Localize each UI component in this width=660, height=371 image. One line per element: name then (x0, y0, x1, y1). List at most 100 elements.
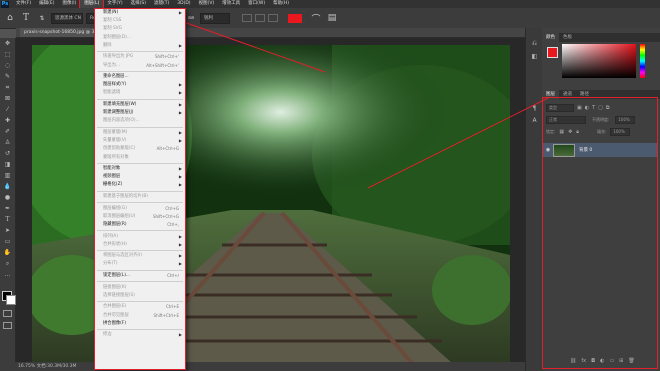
layer-menu-item: 修边 ▶ (95, 331, 185, 339)
layer-menu-item: 合并可见图层 Shift+Ctrl+E (95, 312, 185, 320)
layer-menu-item-label: 隐藏图层(R) (103, 221, 127, 227)
menu-separator (97, 51, 183, 53)
layer-menu-item-label: 栅格化(Z) (103, 182, 123, 188)
layer-menu-item-label: 智能对象 (103, 166, 121, 172)
layer-menu-item: 图层编组(G) Ctrl+G (95, 205, 185, 213)
layer-menu-item-label: 矢量蒙版(V) (103, 138, 127, 144)
layer-menu-item-label: 复制图层(D)... (103, 34, 131, 40)
submenu-arrow-icon: ▶ (178, 174, 182, 180)
menu-separator (97, 162, 183, 164)
layer-menu-item-label: 新建基于图层的切片(B) (103, 194, 148, 199)
layer-menu-item[interactable]: 智能对象 ▶ (95, 165, 185, 173)
layer-menu-item[interactable]: 栅格化(Z) ▶ (95, 181, 185, 189)
layer-menu-item: 快速导出为 JPG Shift+Ctrl+' (95, 53, 185, 61)
layer-menu-item-label: 蒙版所有对象 (103, 154, 129, 160)
menu-separator (97, 126, 183, 128)
layer-menu-item-label: 智能滤镜 (103, 90, 121, 96)
layer-menu-item-shortcut: Shift+Ctrl+G (152, 213, 179, 219)
layer-menu-item-shortcut: Ctrl+, (167, 221, 179, 227)
layer-menu-item: 复制 SVG (95, 25, 185, 33)
layer-menu-item-label: 新建(N) (103, 10, 119, 15)
layer-menu-item: 合并图层(E) Ctrl+E (95, 303, 185, 311)
submenu-arrow-icon: ▶ (178, 138, 182, 144)
layer-menu-item-label: 图层编组(G) (103, 205, 127, 211)
layer-menu-item-label: 排列(A) (103, 233, 118, 239)
layer-menu-item: 复制图层(D)... (95, 34, 185, 42)
submenu-arrow-icon: ▶ (178, 261, 182, 267)
submenu-arrow-icon: ▶ (178, 166, 182, 172)
menu-separator (97, 269, 183, 271)
layer-menu-item-label: 新建填充图层(W) (103, 102, 137, 107)
layer-menu-item: 图层内容选项(O)... (95, 117, 185, 125)
layer-menu-item[interactable]: 新建调整图层(J) ▶ (95, 109, 185, 117)
layer-menu-item: 删除 ▶ (95, 42, 185, 50)
layer-menu-item-label: 复制 SVG (103, 26, 122, 32)
submenu-arrow-icon: ▶ (178, 10, 182, 15)
layer-menu-item-shortcut: Shift+Ctrl+' (154, 54, 179, 60)
layer-menu-item: 取消图层编组(U) Shift+Ctrl+G (95, 213, 185, 221)
submenu-arrow-icon: ▶ (178, 241, 182, 247)
layer-menu-item[interactable]: 图层样式(Y) ▶ (95, 81, 185, 89)
layer-menu-item-shortcut: Ctrl+E (166, 304, 179, 310)
layer-menu-item-label: 合并图层(E) (103, 304, 127, 310)
layer-menu-item-label: 选择链接图层(S) (103, 292, 135, 298)
submenu-arrow-icon: ▶ (178, 253, 182, 259)
layer-menu-item[interactable]: 视频图层 ▶ (95, 173, 185, 181)
layer-menu-dropdown: 新建(N) ▶ 复制 CSS 复制 SVG 复制图层(D)... 删除 ▶ 快速导出为 JPG… (94, 8, 186, 370)
layer-menu-item: 复制 CSS (95, 17, 185, 25)
submenu-arrow-icon: ▶ (178, 102, 182, 107)
layer-menu-item[interactable]: 新建(N) ▶ (95, 9, 185, 17)
menu-separator (97, 329, 183, 331)
layer-menu-item-shortcut: Ctrl+/ (167, 273, 179, 278)
layer-menu-item[interactable]: 新建填充图层(W) ▶ (95, 101, 185, 109)
layer-menu-item-label: 锁定图层(L)... (103, 273, 131, 278)
submenu-arrow-icon: ▶ (178, 182, 182, 188)
layer-menu-item[interactable]: 拼合图像(F) (95, 320, 185, 328)
layer-menu-item[interactable]: 隐藏图层(R) Ctrl+, (95, 221, 185, 229)
layer-menu-item: 将图层与选区对齐(I) ▶ (95, 252, 185, 260)
layer-menu-item-label: 图层内容选项(O)... (103, 118, 140, 124)
layer-menu-item: 蒙版所有对象 (95, 154, 185, 162)
layer-menu-item[interactable]: 重命名图层... (95, 73, 185, 81)
menu-separator (97, 98, 183, 100)
layer-menu-item: 合并形状(H) ▶ (95, 241, 185, 249)
layer-menu-item: 创建剪贴蒙版(C) Alt+Ctrl+G (95, 145, 185, 153)
menu-separator (97, 301, 183, 303)
submenu-arrow-icon: ▶ (178, 90, 182, 96)
layer-menu-item-label: 复制 CSS (103, 18, 122, 24)
layer-menu-item-label: 取消图层编组(U) (103, 213, 136, 219)
layer-menu-item-label: 合并可见图层 (103, 312, 129, 318)
layer-menu-item-label: 链接图层(K) (103, 284, 127, 290)
menu-separator (97, 281, 183, 283)
layer-menu-item-label: 删除 (103, 42, 112, 48)
layer-menu-item-shortcut: Ctrl+G (165, 205, 179, 211)
menu-separator (97, 250, 183, 252)
layer-menu-item[interactable]: 锁定图层(L)... Ctrl+/ (95, 272, 185, 280)
layer-menu-item-label: 新建调整图层(J) (103, 110, 134, 116)
submenu-arrow-icon: ▶ (178, 129, 182, 135)
submenu-arrow-icon: ▶ (178, 110, 182, 116)
layer-menu-item-label: 分布(T) (103, 261, 118, 267)
submenu-arrow-icon: ▶ (178, 82, 182, 88)
layer-menu-item: 矢量蒙版(V) ▶ (95, 137, 185, 145)
layer-menu-item-label: 快速导出为 JPG (103, 54, 134, 60)
layer-menu-item-shortcut: Shift+Ctrl+E (153, 312, 179, 318)
submenu-arrow-icon: ▶ (178, 42, 182, 48)
layer-menu-item-label: 导出为... (103, 62, 120, 68)
layer-menu-item-label: 拼合图像(F) (103, 320, 127, 326)
menu-separator (97, 202, 183, 204)
submenu-arrow-icon: ▶ (178, 233, 182, 239)
menu-separator (97, 190, 183, 192)
layer-menu-item-label: 将图层与选区对齐(I) (103, 253, 142, 259)
layer-menu-item: 新建基于图层的切片(B) (95, 193, 185, 201)
layer-menu-item: 图层蒙版(M) ▶ (95, 129, 185, 137)
layer-menu-item-shortcut: Alt+Shift+Ctrl+' (146, 62, 179, 68)
layer-menu-item: 链接图层(K) (95, 284, 185, 292)
menu-separator (97, 230, 183, 232)
layer-menu-item-label: 创建剪贴蒙版(C) (103, 146, 136, 152)
layer-menu-item-label: 图层蒙版(M) (103, 129, 128, 135)
layer-menu-item-label: 图层样式(Y) (103, 82, 127, 88)
layer-menu-item: 导出为... Alt+Shift+Ctrl+' (95, 62, 185, 70)
layer-menu-item-shortcut: Alt+Ctrl+G (156, 146, 179, 152)
layer-menu-item-label: 合并形状(H) (103, 241, 127, 247)
